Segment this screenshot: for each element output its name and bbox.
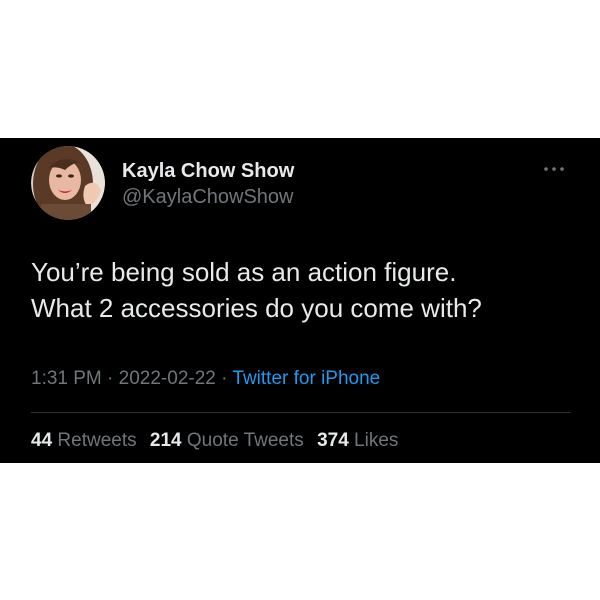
likes-count: 374 [317,430,349,451]
author-display-name[interactable]: Kayla Chow Show [122,160,294,183]
quote-tweets-count: 214 [149,430,182,451]
quote-tweets-label: Quote Tweets [186,430,304,451]
tweet-stats: 44 Retweets 214 Quote Tweets 374 Likes [31,430,406,452]
retweets-count: 44 [31,430,53,451]
tweet-meta: 1:31 PM · 2022-02-22 · Twitter for iPhon… [31,368,380,390]
meta-separator: · [221,368,228,389]
retweets-label: Retweets [57,430,137,451]
tweet-text: You’re being sold as an action figure. W… [31,254,576,326]
avatar-image [31,146,105,220]
meta-separator: · [107,368,114,389]
tweet-date[interactable]: 2022-02-22 [119,368,216,389]
avatar[interactable] [31,146,105,220]
quote-tweets-stat[interactable]: 214 Quote Tweets [150,430,304,451]
divider [31,412,571,413]
tweet-text-line: You’re being sold as an action figure. [31,257,457,287]
tweet-card: Kayla Chow Show @KaylaChowShow You’re be… [0,138,600,463]
likes-stat[interactable]: 374 Likes [317,430,398,451]
retweets-stat[interactable]: 44 Retweets [31,430,137,451]
tweet-source-link[interactable]: Twitter for iPhone [232,368,380,389]
author-handle[interactable]: @KaylaChowShow [122,186,294,209]
likes-label: Likes [354,430,399,451]
tweet-text-line: What 2 accessories do you come with? [31,293,482,323]
page: Kayla Chow Show @KaylaChowShow You’re be… [0,0,600,600]
more-options-icon[interactable] [540,162,568,174]
tweet-time[interactable]: 1:31 PM [31,368,102,389]
